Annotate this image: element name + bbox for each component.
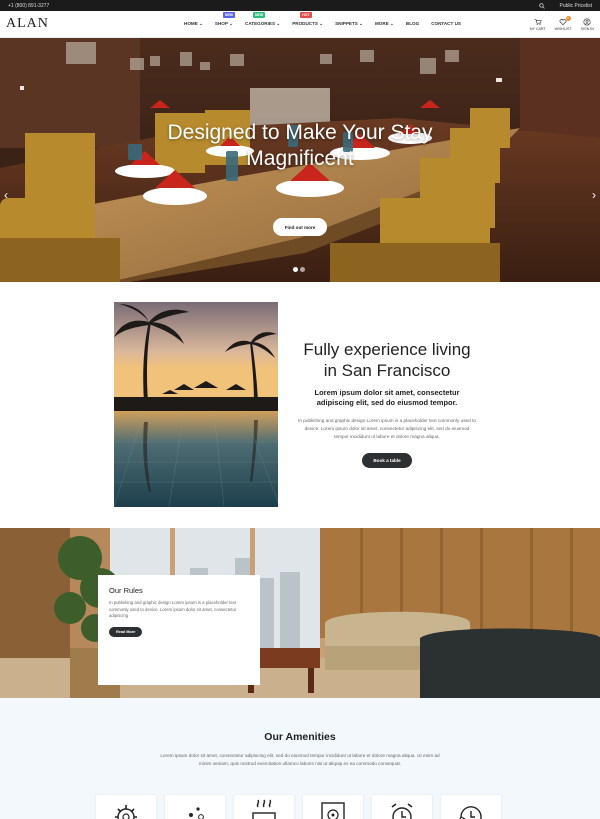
slide-dot-2[interactable] [300,267,305,272]
nav-item-categories[interactable]: CATEGORIES ⌄ NEW [245,12,281,27]
wishlist-label: WISHLIST [554,26,572,31]
resort-pool-image [114,302,278,507]
top-bar: +1 (800) 891-3277 Public Pricelist [0,0,600,11]
prev-slide-arrow-icon[interactable]: ‹ [4,188,8,202]
about-subtitle: Lorem ipsum dolor sit amet, consectetur … [314,388,460,407]
search-icon[interactable] [539,2,546,9]
user-icon [583,17,591,26]
rules-card: Our Rules In publishing and graphic desi… [98,575,260,685]
wishlist-button[interactable]: 0 WISHLIST [554,15,572,31]
nav-item-label: PRODUCTS [292,21,318,26]
lounge-image [0,528,600,698]
chevron-down-icon: ⌄ [275,21,281,26]
hero-title-line1: Designed to Make Your Stay [167,121,433,144]
cart-button[interactable]: MY CART [530,18,546,31]
signin-button[interactable]: SIGN IN [580,17,594,31]
amenity-card-gear[interactable] [96,795,156,819]
amenities-title: Our Amenities [264,731,336,743]
about-section: Fully experience living in San Francisco… [0,282,600,528]
chevron-down-icon: ⌄ [197,21,203,26]
logo[interactable]: ALAN [6,16,166,32]
hero-title-line2: Magnificent [246,147,354,170]
rules-body-text: In publishing and graphic design Lorem i… [109,600,237,618]
amenity-card-bubbles[interactable] [165,795,225,819]
about-body-text: In publishing and graphic design Lorem i… [298,418,476,439]
about-title: Fully experience living in San Francisco [297,339,477,381]
bubbles-icon [189,807,204,819]
amenity-card-safe[interactable] [303,795,363,819]
main-nav: HOME ⌄ SHOP ⌄ NEW CATEGORIES ⌄ NEW PRODUCTS ⌄… [184,12,461,27]
hero-slider: Designed to Make Your Stay Magnificent F… [0,38,600,282]
nav-item-label: BLOG [405,21,420,26]
book-table-button[interactable]: Book a table [362,453,412,468]
nav-item-products[interactable]: PRODUCTS ⌄ HOT [292,12,324,27]
nav-item-snippets[interactable]: SNIPPETS ⌄ [335,21,363,27]
nav-item-more[interactable]: MORE ⌄ [375,21,394,27]
read-more-button[interactable]: Read More [109,626,143,637]
chevron-down-icon: ⌄ [317,21,324,26]
amenities-section: Our Amenities Lorem ipsum dolor sit amet… [0,698,600,819]
nav-item-label: SHOP [214,21,228,26]
slider-dots [293,267,305,272]
slide-dot-1[interactable] [293,267,298,272]
nav-badge: HOT [300,12,312,18]
chevron-down-icon: ⌄ [357,21,363,26]
rules-title: Our Rules [109,586,143,595]
gear-icon [115,805,137,819]
hot-tub-icon [252,799,276,819]
nav-badge: NEW [222,12,236,18]
amenity-card-hot-tub[interactable] [234,795,294,819]
nav-item-shop[interactable]: SHOP ⌄ NEW [214,12,236,27]
clock-refresh-icon [459,806,482,819]
nav-item-blog[interactable]: BLOG [406,21,419,27]
cart-label: MY CART [529,26,546,31]
safe-icon [321,802,345,819]
hero-title: Designed to Make Your Stay Magnificent [0,120,600,172]
signin-label: SIGN IN [580,26,594,31]
nav-item-label: CONTACT US [431,21,461,26]
alarm-clock-icon [391,803,413,819]
amenity-card-alarm-clock[interactable] [372,795,432,819]
nav-item-home[interactable]: HOME ⌄ [184,21,203,27]
pricelist-dropdown[interactable]: Public Pricelist [559,3,592,9]
rules-section: Our Rules In publishing and graphic desi… [0,528,600,698]
next-slide-arrow-icon[interactable]: › [592,188,596,202]
find-out-more-button[interactable]: Find out more [273,218,327,236]
amenities-body-text: Lorem ipsum dolor sit amet, consectetur … [160,753,440,766]
nav-badge: NEW [253,12,266,18]
about-title-line1: Fully experience living [303,340,471,359]
nav-item-label: SNIPPETS [335,21,358,26]
amenity-card-clock-refresh[interactable] [441,795,501,819]
wishlist-count: 0 [565,15,571,21]
chevron-down-icon: ⌄ [227,21,233,26]
nav-item-label: MORE [374,21,389,26]
cart-icon [534,18,542,25]
main-header: ALAN HOME ⌄ SHOP ⌄ NEW CATEGORIES ⌄ NEW PRODU… [0,11,600,38]
chevron-down-icon: ⌄ [388,21,394,26]
nav-item-contact-us[interactable]: CONTACT US [431,21,461,27]
phone-number[interactable]: +1 (800) 891-3277 [8,3,49,9]
nav-item-label: CATEGORIES [245,21,276,26]
about-title-line2: in San Francisco [323,361,451,380]
nav-item-label: HOME [184,21,198,26]
